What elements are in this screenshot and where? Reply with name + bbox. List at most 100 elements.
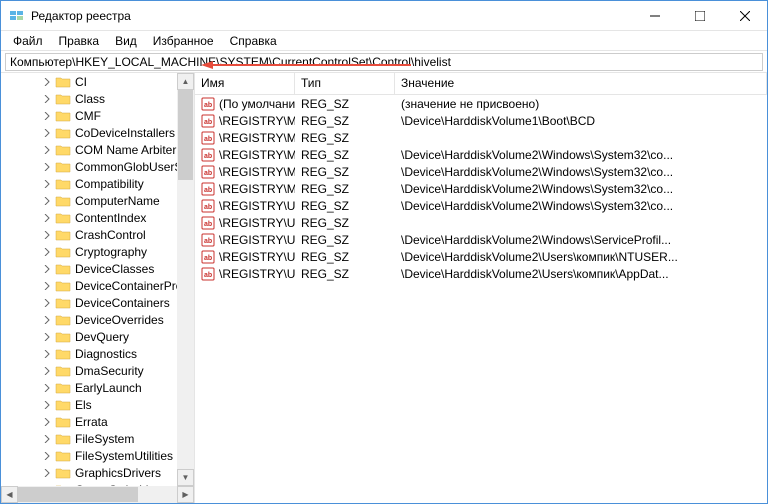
scroll-right-button[interactable]: ▶ (177, 486, 194, 503)
tree-item[interactable]: DmaSecurity (1, 362, 194, 379)
tree-expand-icon[interactable] (41, 76, 53, 88)
cell-value: \Device\HarddiskVolume2\Users\компик\App… (395, 267, 767, 281)
tree-item[interactable]: DeviceContainers (1, 294, 194, 311)
tree-expand-icon[interactable] (41, 144, 53, 156)
tree-expand-icon[interactable] (41, 263, 53, 275)
tree-item[interactable]: FileSystemUtilities (1, 447, 194, 464)
list-row[interactable]: ab\REGISTRY\MA...REG_SZ (195, 129, 767, 146)
svg-text:ab: ab (204, 221, 212, 228)
tree-expand-icon[interactable] (41, 331, 53, 343)
tree-expand-icon[interactable] (41, 348, 53, 360)
svg-text:ab: ab (204, 136, 212, 143)
tree-horizontal-scrollbar[interactable]: ◀ ▶ (1, 486, 194, 503)
tree-item[interactable]: Compatibility (1, 175, 194, 192)
string-value-icon: ab (201, 233, 215, 247)
scroll-up-button[interactable]: ▲ (177, 73, 194, 90)
tree-expand-icon[interactable] (41, 382, 53, 394)
tree-expand-icon[interactable] (41, 314, 53, 326)
tree-expand-icon[interactable] (41, 246, 53, 258)
tree-expand-icon[interactable] (41, 127, 53, 139)
scroll-track[interactable] (177, 90, 194, 469)
list-row[interactable]: ab\REGISTRY\MA...REG_SZ\Device\HarddiskV… (195, 180, 767, 197)
cell-type: REG_SZ (295, 182, 395, 196)
tree-item[interactable]: COM Name Arbiter (1, 141, 194, 158)
cell-value: \Device\HarddiskVolume2\Windows\ServiceP… (395, 233, 767, 247)
tree-item-label: DevQuery (75, 330, 129, 344)
addressbar (1, 51, 767, 73)
tree-item[interactable]: ComputerName (1, 192, 194, 209)
tree-expand-icon[interactable] (41, 399, 53, 411)
tree-item[interactable]: CrashControl (1, 226, 194, 243)
tree-expand-icon[interactable] (41, 365, 53, 377)
list-row[interactable]: ab\REGISTRY\USE...REG_SZ (195, 214, 767, 231)
cell-type: REG_SZ (295, 97, 395, 111)
list-row[interactable]: ab\REGISTRY\MA...REG_SZ\Device\HarddiskV… (195, 112, 767, 129)
tree-scroll[interactable]: CIClassCMFCoDeviceInstallersCOM Name Arb… (1, 73, 194, 486)
list-row[interactable]: ab\REGISTRY\MA...REG_SZ\Device\HarddiskV… (195, 163, 767, 180)
tree-item[interactable]: ContentIndex (1, 209, 194, 226)
minimize-button[interactable] (632, 1, 677, 31)
close-button[interactable] (722, 1, 767, 31)
tree-expand-icon[interactable] (41, 297, 53, 309)
list-row[interactable]: ab\REGISTRY\USE...REG_SZ\Device\Harddisk… (195, 197, 767, 214)
tree-expand-icon[interactable] (41, 280, 53, 292)
menu-favorites[interactable]: Избранное (145, 32, 222, 50)
tree-item[interactable]: CMF (1, 107, 194, 124)
tree-item-label: DeviceContainers (75, 296, 170, 310)
tree-item[interactable]: DeviceClasses (1, 260, 194, 277)
list-row[interactable]: ab\REGISTRY\USE...REG_SZ\Device\Harddisk… (195, 265, 767, 282)
tree-item[interactable]: GraphicsDrivers (1, 464, 194, 481)
tree-expand-icon[interactable] (41, 416, 53, 428)
tree-expand-icon[interactable] (41, 212, 53, 224)
folder-icon (55, 432, 71, 446)
scroll-track[interactable] (18, 486, 177, 503)
tree-item[interactable]: Class (1, 90, 194, 107)
list-row[interactable]: ab(По умолчанию)REG_SZ(значение не присв… (195, 95, 767, 112)
tree-expand-icon[interactable] (41, 110, 53, 122)
cell-name: ab\REGISTRY\USE... (195, 250, 295, 264)
tree-item[interactable]: DeviceOverrides (1, 311, 194, 328)
tree-item[interactable]: EarlyLaunch (1, 379, 194, 396)
value-name-text: \REGISTRY\USE... (219, 199, 295, 213)
tree-expand-icon[interactable] (41, 467, 53, 479)
scroll-thumb[interactable] (18, 487, 138, 502)
scroll-left-button[interactable]: ◀ (1, 486, 18, 503)
tree-item[interactable]: CI (1, 73, 194, 90)
tree-expand-icon[interactable] (41, 229, 53, 241)
column-header-value[interactable]: Значение (395, 73, 767, 94)
tree-item[interactable]: Els (1, 396, 194, 413)
tree-item[interactable]: FileSystem (1, 430, 194, 447)
tree-expand-icon[interactable] (41, 195, 53, 207)
column-header-type[interactable]: Тип (295, 73, 395, 94)
scroll-down-button[interactable]: ▼ (177, 469, 194, 486)
tree-expand-icon[interactable] (41, 178, 53, 190)
tree-item[interactable]: CommonGlobUserSe (1, 158, 194, 175)
address-input[interactable] (5, 53, 763, 71)
scroll-thumb[interactable] (178, 90, 193, 180)
menu-file[interactable]: Файл (5, 32, 51, 50)
tree-item[interactable]: DeviceContainerProp (1, 277, 194, 294)
tree-item[interactable]: Diagnostics (1, 345, 194, 362)
maximize-button[interactable] (677, 1, 722, 31)
tree-expand-icon[interactable] (41, 161, 53, 173)
cell-type: REG_SZ (295, 114, 395, 128)
tree-item[interactable]: DevQuery (1, 328, 194, 345)
list-panel: Имя Тип Значение ab(По умолчанию)REG_SZ(… (195, 73, 767, 503)
tree-item[interactable]: Errata (1, 413, 194, 430)
tree-item[interactable]: Cryptography (1, 243, 194, 260)
tree-vertical-scrollbar[interactable]: ▲ ▼ (177, 73, 194, 486)
cell-value: \Device\HarddiskVolume1\Boot\BCD (395, 114, 767, 128)
tree-item[interactable]: CoDeviceInstallers (1, 124, 194, 141)
value-name-text: \REGISTRY\MA... (219, 131, 295, 145)
menu-edit[interactable]: Правка (51, 32, 108, 50)
column-header-name[interactable]: Имя (195, 73, 295, 94)
tree-expand-icon[interactable] (41, 93, 53, 105)
menu-view[interactable]: Вид (107, 32, 145, 50)
menu-help[interactable]: Справка (222, 32, 285, 50)
list-row[interactable]: ab\REGISTRY\MA...REG_SZ\Device\HarddiskV… (195, 146, 767, 163)
tree-expand-icon[interactable] (41, 433, 53, 445)
tree-expand-icon[interactable] (41, 450, 53, 462)
list-row[interactable]: ab\REGISTRY\USE...REG_SZ\Device\Harddisk… (195, 231, 767, 248)
list-row[interactable]: ab\REGISTRY\USE...REG_SZ\Device\Harddisk… (195, 248, 767, 265)
tree-item-label: ContentIndex (75, 211, 146, 225)
